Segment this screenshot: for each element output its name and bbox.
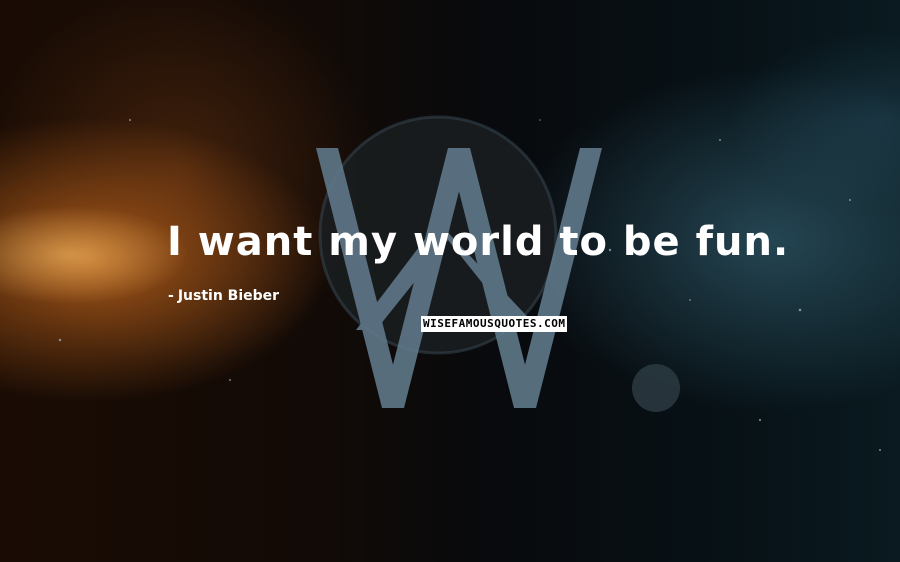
author-name: Justin Bieber [177,288,280,304]
quote-author: - Justin Bieber [168,287,279,305]
site-watermark: WISEFAMOUSQUOTES.COM [421,316,568,332]
quote-card: I want my world to be fun. - Justin Biebe… [0,0,900,562]
moon-icon [632,364,680,412]
quote-text: I want my world to be fun. [167,219,790,265]
author-prefix: - [168,288,174,304]
background-art [58,115,881,451]
